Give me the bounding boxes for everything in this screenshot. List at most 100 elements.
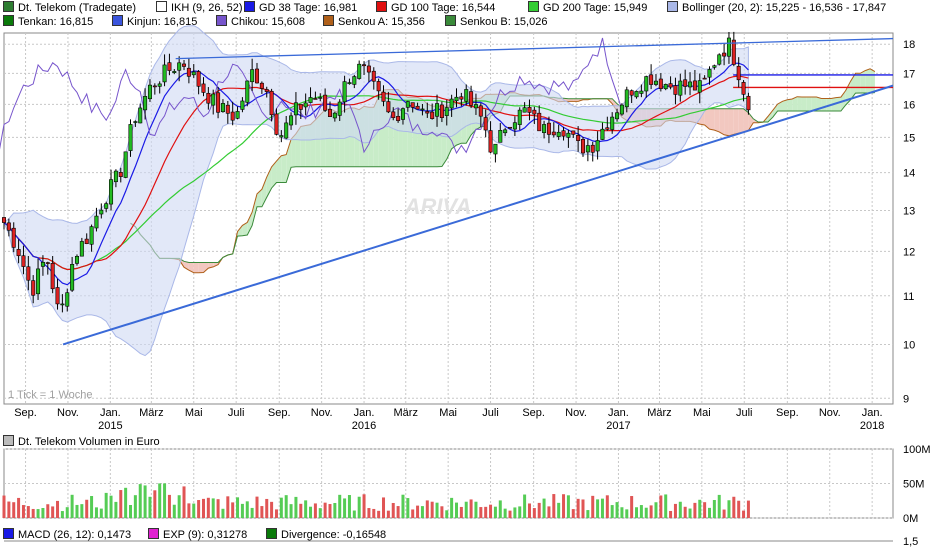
candle-body [546,122,551,135]
volume-bar [7,501,11,518]
volume-bar [717,494,721,518]
volume-bar [693,502,697,518]
volume-bar [382,497,386,518]
volume-bar [498,500,502,518]
candle-body [508,126,513,129]
candle-body [556,131,561,137]
candle-body [206,92,211,104]
volume-bar [270,501,274,518]
candle-body [717,54,722,65]
cloud-segment [801,97,807,111]
volume-bar [688,508,692,518]
candle-body [347,82,352,85]
candle-body [225,104,230,114]
cloud-segment [281,154,287,183]
candle-body [6,222,11,231]
volume-bar [94,507,98,518]
candle-body [678,80,683,96]
candle-body [425,111,430,114]
volume-tick-label: 50M [903,479,924,491]
candle-body [537,112,542,132]
cloud-segment [728,108,734,136]
volume-bar [708,507,712,518]
volume-bar [318,508,322,518]
cloud-segment [860,70,866,94]
volume-bar [425,500,429,518]
volume-bar [566,495,570,518]
candle-body [473,104,478,109]
volume-bar [90,496,94,518]
candle-body [668,83,673,88]
volume-bar [56,500,60,518]
candle-body [430,111,435,119]
volume-bar [479,507,483,518]
cloud-segment [719,108,725,135]
volume-bar [274,509,278,518]
volume-bar [600,498,604,518]
x-year-label: 2017 [606,420,630,432]
volume-bar [99,508,103,518]
candle-body [152,85,157,88]
volume-bar [722,509,726,518]
candle-body [566,132,571,138]
candle-body [357,63,362,79]
volume-bar [70,494,74,518]
candle-body [201,83,206,93]
volume-bar [605,495,609,518]
volume-bar [309,506,313,518]
tick-note: 1 Tick = 1 Woche [8,389,92,401]
watermark: ARIVA [404,194,472,219]
candle-body [293,102,298,116]
candle-body [371,70,376,82]
candle-body [143,96,148,111]
volume-bar [60,511,64,518]
volume-bar [703,502,707,518]
y-tick-label: 16 [903,99,915,111]
volume-bar [683,506,687,518]
candle-body [688,81,693,88]
candle-body [488,130,493,153]
candle-body [464,89,469,102]
candle-body [707,69,712,78]
candle-body [60,303,65,306]
candle-body [11,227,16,248]
volume-bar [46,504,50,518]
volume-bar [420,506,424,518]
candle-body [653,80,658,85]
price-chart: 9101112131415161718 Sep. Nov. Jan.2015März… [0,25,931,548]
candle-body [600,128,605,140]
candle-body [435,103,440,117]
volume-bar [129,504,133,518]
candle-body [736,65,741,81]
candle-body [128,124,133,151]
candle-body [109,179,114,205]
candle-body [191,71,196,76]
volume-bar [133,495,137,518]
volume-bar [401,494,405,518]
volume-bar [464,501,468,518]
volume-bar [65,507,69,518]
candle-body [420,108,425,111]
x-year-label: 2016 [352,420,376,432]
volume-bar [172,504,176,518]
volume-bar [596,499,600,518]
candle-body [449,98,454,109]
volume-bar [236,497,240,518]
volume-bar [51,506,55,518]
candle-body [702,77,707,80]
volume-bar [177,495,181,518]
candle-body [444,107,449,116]
volume-bar [284,495,288,518]
volume-bar [201,498,205,518]
volume-bar [727,500,731,518]
candle-body [439,104,444,118]
candle-body [722,52,727,57]
candle-body [532,109,537,115]
cloud-segment [709,108,715,131]
candle-body [216,92,221,113]
candle-body [517,109,522,125]
candle-body [196,71,201,87]
volume-bar [732,496,736,518]
candle-body [186,67,191,77]
macd-panel: 1,5 [4,536,918,548]
